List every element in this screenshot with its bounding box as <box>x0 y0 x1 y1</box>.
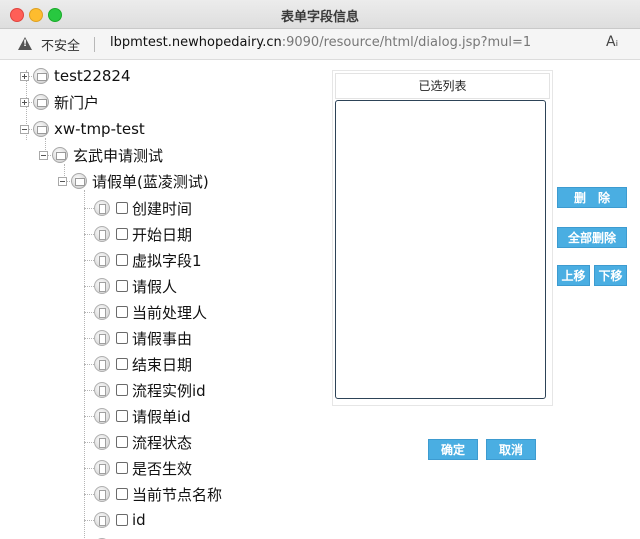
folder-icon <box>33 121 49 137</box>
document-icon <box>94 382 110 398</box>
confirm-button[interactable]: 确定 <box>428 439 478 460</box>
selected-list-panel: 已选列表 <box>332 70 553 406</box>
field-label: 开始日期 <box>132 225 193 244</box>
document-icon <box>94 330 110 346</box>
field-label: 当前节点名称 <box>132 485 223 504</box>
field-checkbox[interactable] <box>116 254 128 266</box>
move-down-button[interactable]: 下移 <box>594 265 627 286</box>
field-label: 流程实例id <box>132 381 206 400</box>
window-titlebar: 表单字段信息 <box>0 0 640 29</box>
field-item[interactable]: 流程实例id <box>94 379 206 401</box>
field-checkbox[interactable] <box>116 462 128 474</box>
field-item[interactable]: 当前节点名称 <box>94 483 222 505</box>
field-item[interactable]: 请假事由 <box>94 327 192 349</box>
tree-node-leave-form[interactable]: 请假单(蓝凌测试) <box>58 170 209 192</box>
document-icon <box>94 304 110 320</box>
field-tree[interactable]: test22824 新门户 xw-tmp-test 玄武申请测试 请假单(蓝凌测… <box>0 60 310 539</box>
field-checkbox[interactable] <box>116 202 128 214</box>
field-item[interactable]: 是否生效 <box>94 457 192 479</box>
tree-node-new-portal[interactable]: 新门户 <box>20 91 99 113</box>
security-status[interactable]: 不安全 <box>41 35 80 54</box>
field-checkbox[interactable] <box>116 332 128 344</box>
document-icon <box>94 200 110 216</box>
url-text[interactable]: lbpmtest.newhopedairy.cn:9090/resource/h… <box>110 35 531 50</box>
field-item[interactable]: 请假单id <box>94 405 191 427</box>
field-label: 虚拟字段1 <box>132 251 202 270</box>
field-item[interactable]: 开始日期 <box>94 223 192 245</box>
field-label: 请假事由 <box>132 329 193 348</box>
field-checkbox[interactable] <box>116 488 128 500</box>
field-item[interactable]: 流程更新时间 <box>94 535 222 539</box>
document-icon <box>94 278 110 294</box>
field-checkbox[interactable] <box>116 384 128 396</box>
field-label: 创建时间 <box>132 199 193 218</box>
field-checkbox[interactable] <box>116 228 128 240</box>
delete-all-button[interactable]: 全部删除 <box>557 227 627 248</box>
collapse-icon[interactable] <box>20 124 29 134</box>
document-icon <box>94 512 110 528</box>
tree-node-test22824[interactable]: test22824 <box>20 65 131 87</box>
field-checkbox[interactable] <box>116 306 128 318</box>
field-item[interactable]: 虚拟字段1 <box>94 249 202 271</box>
field-item[interactable]: id <box>94 509 146 531</box>
folder-icon <box>71 173 87 189</box>
field-label: 请假单id <box>132 407 191 426</box>
document-icon <box>94 226 110 242</box>
selected-list-box[interactable] <box>335 100 546 399</box>
field-label: 请假人 <box>132 277 178 296</box>
folder-icon <box>52 147 68 163</box>
field-label: 当前处理人 <box>132 303 208 322</box>
field-label: 流程更新时间 <box>132 536 222 539</box>
address-bar[interactable]: ! 不安全 lbpmtest.newhopedairy.cn:9090/reso… <box>0 29 640 60</box>
field-item[interactable]: 当前处理人 <box>94 301 207 323</box>
document-icon <box>94 434 110 450</box>
document-icon <box>94 408 110 424</box>
expand-icon[interactable] <box>20 97 29 107</box>
folder-icon <box>33 68 49 84</box>
field-label: 结束日期 <box>132 355 193 374</box>
field-item[interactable]: 请假人 <box>94 275 177 297</box>
move-up-button[interactable]: 上移 <box>557 265 590 286</box>
document-icon <box>94 356 110 372</box>
tree-node-xuanwu-test[interactable]: 玄武申请测试 <box>39 144 163 166</box>
field-label: 是否生效 <box>132 459 193 478</box>
reader-mode-icon[interactable]: Aᵢ <box>606 34 618 50</box>
field-checkbox[interactable] <box>116 436 128 448</box>
cancel-button[interactable]: 取消 <box>486 439 536 460</box>
delete-button[interactable]: 删 除 <box>557 187 627 208</box>
folder-icon <box>33 94 49 110</box>
document-icon <box>94 252 110 268</box>
field-checkbox[interactable] <box>116 280 128 292</box>
window-title: 表单字段信息 <box>280 10 359 25</box>
field-checkbox[interactable] <box>116 514 128 526</box>
field-label: 流程状态 <box>132 433 193 452</box>
field-label: id <box>132 511 146 529</box>
field-checkbox[interactable] <box>116 410 128 422</box>
document-icon <box>94 486 110 502</box>
field-checkbox[interactable] <box>116 358 128 370</box>
document-icon <box>94 460 110 476</box>
tree-node-xw-tmp-test[interactable]: xw-tmp-test <box>20 118 145 140</box>
field-item[interactable]: 创建时间 <box>94 197 192 219</box>
expand-icon[interactable] <box>20 71 29 81</box>
selected-list-header: 已选列表 <box>335 73 550 99</box>
collapse-icon[interactable] <box>58 176 67 186</box>
collapse-icon[interactable] <box>39 150 48 160</box>
field-item[interactable]: 结束日期 <box>94 353 192 375</box>
address-divider <box>94 37 95 52</box>
field-item[interactable]: 流程状态 <box>94 431 192 453</box>
